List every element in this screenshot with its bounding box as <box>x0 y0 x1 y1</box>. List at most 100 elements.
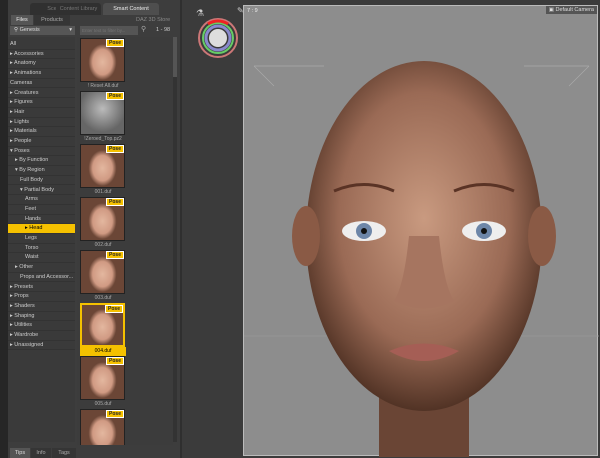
tree-item[interactable]: Legs <box>8 234 75 244</box>
tree-item-label: Props and Accessor... <box>20 273 74 280</box>
tree-item[interactable]: ▸ Anatomy <box>8 59 75 70</box>
tree-item-label: Partial Body <box>24 186 54 193</box>
tree-item-label: Utilities <box>14 322 33 329</box>
tree-item[interactable]: ▸ Utilities <box>8 321 75 331</box>
tree-item-label: Head <box>29 225 43 232</box>
result-range: 1 - 98 <box>156 27 171 33</box>
tree-item[interactable]: ▸ Unassigned <box>8 341 75 351</box>
tree-item[interactable]: Hands <box>8 215 75 225</box>
pose-badge: Pose <box>106 410 124 418</box>
content-thumbnail[interactable]: Pose 004.duf <box>80 303 126 356</box>
pose-badge: Pose <box>105 305 123 313</box>
content-thumbnail[interactable]: Pose 002.duf <box>80 197 126 250</box>
left-toolbar-strip <box>0 0 8 458</box>
content-thumbnail[interactable]: Pose 003.duf <box>80 250 126 303</box>
tree-item-label: Full Body <box>20 176 43 183</box>
pose-badge: Pose <box>106 357 124 365</box>
thumbnail-image: Pose <box>80 250 125 294</box>
tree-item[interactable]: Waist <box>8 253 75 264</box>
tree-item-label: Feet <box>25 205 37 212</box>
tab-tips[interactable]: Tips <box>10 448 30 458</box>
tree-item-label: Hands <box>25 215 41 222</box>
pose-badge: Pose <box>106 198 124 206</box>
tree-item-label: Creatures <box>14 89 39 96</box>
tree-item[interactable]: ▸ Hair <box>8 108 75 118</box>
head-figure[interactable] <box>244 6 599 457</box>
content-thumbnail[interactable]: Pose <box>80 409 126 445</box>
tree-item-label: By Region <box>19 167 45 174</box>
thumbnail-image: Pose <box>80 409 125 445</box>
tree-item-label: Wardrobe <box>14 332 39 338</box>
tree-item[interactable]: ▸ Materials <box>8 127 75 137</box>
tree-item-label: Legs <box>25 235 37 241</box>
thumbnail-label: ! Reset All.duf <box>87 83 119 89</box>
tree-item[interactable]: ▸ By Function <box>8 156 75 167</box>
tree-item[interactable]: ▸ Props <box>8 292 75 302</box>
tree-item[interactable]: ▸ Other <box>8 263 75 273</box>
tree-item[interactable]: Torso <box>8 244 75 254</box>
tree-item[interactable]: Arms <box>8 195 75 205</box>
daz-store-link[interactable]: DAZ 3D Store <box>136 15 170 25</box>
tree-item[interactable]: ▸ Head <box>8 224 75 234</box>
tree-item[interactable]: ▾ Poses <box>8 147 75 157</box>
pose-badge: Pose <box>106 145 124 153</box>
tree-item[interactable]: ▸ Shaping <box>8 312 75 322</box>
tree-item[interactable]: ▸ Creatures <box>8 89 75 99</box>
filter-input[interactable] <box>80 26 138 35</box>
tree-item-label: People <box>14 138 32 144</box>
tree-item-label: Torso <box>25 244 39 251</box>
tab-smart-content[interactable]: Smart Content <box>103 3 159 15</box>
tree-item[interactable]: Full Body <box>8 176 75 186</box>
tab-tags[interactable]: Tags <box>52 448 76 458</box>
thumbnail-image: Pose <box>80 91 125 135</box>
tree-item-label: By Function <box>19 157 49 164</box>
render-frame: 7 : 9 ▣ Default Camera <box>243 5 599 457</box>
tree-item[interactable]: ▸ Figures <box>8 98 75 108</box>
tree-item[interactable]: ▸ Presets <box>8 283 75 293</box>
tab-content-library[interactable]: Content Library <box>56 3 101 15</box>
thumbnail-label: !Zeroed_Top.pz2 <box>84 136 122 142</box>
content-thumbnail[interactable]: Pose ! Reset All.duf <box>80 38 126 91</box>
tree-item-label: Other <box>19 264 34 271</box>
thumbnail-image: Pose <box>80 356 125 400</box>
tree-item[interactable]: ▸ Accessories <box>8 50 75 60</box>
tree-item[interactable]: Feet <box>8 205 75 215</box>
content-thumbnail[interactable]: Pose 001.duf <box>80 144 126 197</box>
pose-badge: Pose <box>106 251 124 259</box>
thumbnail-image: Pose <box>80 144 125 188</box>
tree-item[interactable]: Cameras <box>8 79 75 89</box>
tree-item-label: Accessories <box>14 50 44 57</box>
thumbnail-label: 005.duf <box>94 401 112 407</box>
tree-item-label: Cameras <box>10 79 33 86</box>
tree-item[interactable]: ▾ By Region <box>8 166 75 176</box>
tree-item[interactable]: ▸ Shaders <box>8 302 75 312</box>
scrollbar-thumb[interactable] <box>173 37 177 77</box>
thumbnail-label: 003.duf <box>94 295 112 301</box>
content-thumbnail[interactable]: Pose !Zeroed_Top.pz2 <box>80 91 126 144</box>
scrollbar[interactable] <box>173 37 177 442</box>
tree-item-label: Animations <box>14 70 42 77</box>
tab-info[interactable]: Info <box>31 448 51 458</box>
tree-item-label: Anatomy <box>14 60 36 67</box>
tree-item-label: Materials <box>14 128 37 135</box>
figure-dropdown[interactable]: ⚲ Genesis ▾ <box>10 26 75 35</box>
thumbnail-label: 001.duf <box>94 189 112 195</box>
svg-text:⚗: ⚗ <box>196 8 204 18</box>
tree-item-label: All <box>10 41 17 47</box>
tree-item-label: Waist <box>25 254 39 261</box>
tree-item[interactable]: ▸ Lights <box>8 118 75 128</box>
subtab-products[interactable]: Products <box>34 15 70 25</box>
tree-item[interactable]: Props and Accessor... <box>8 273 75 283</box>
thumbnail-image: Pose <box>80 303 125 347</box>
tree-item-label: Arms <box>25 196 38 203</box>
search-icon[interactable]: ⚲ <box>141 25 146 33</box>
tree-item[interactable]: ▸ Animations <box>8 69 75 79</box>
tree-item-label: Props <box>14 293 29 300</box>
tree-item[interactable]: ▾ Partial Body <box>8 186 75 196</box>
tree-item[interactable]: ▸ Wardrobe <box>8 331 75 341</box>
subtab-files[interactable]: Files <box>11 15 33 25</box>
tree-item[interactable]: All <box>8 40 75 50</box>
tree-item[interactable]: ▸ People <box>8 137 75 147</box>
content-thumbnail[interactable]: Pose 005.duf <box>80 356 126 409</box>
tree-item-label: Shaders <box>14 302 35 309</box>
